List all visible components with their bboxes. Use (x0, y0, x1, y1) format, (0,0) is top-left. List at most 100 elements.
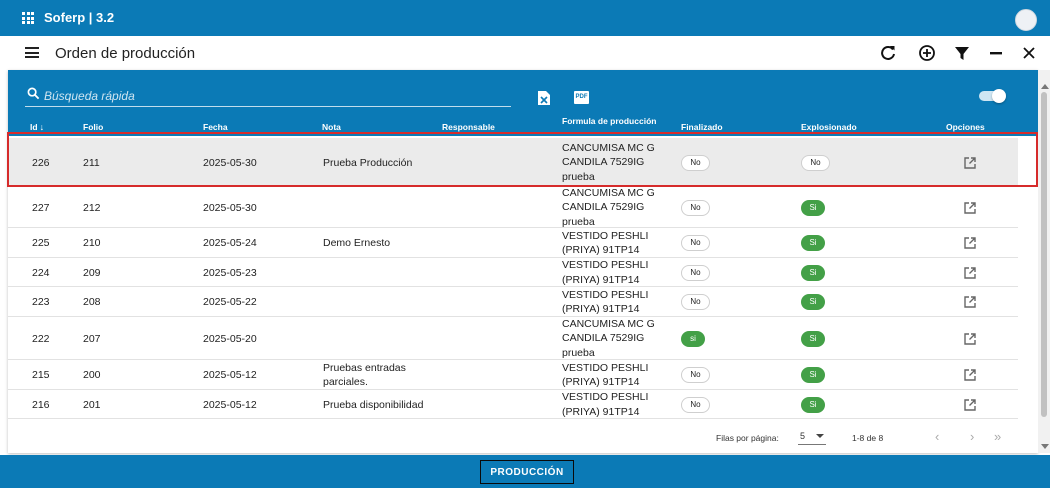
page-range: 1-8 de 8 (852, 433, 884, 443)
open-external-icon[interactable] (963, 295, 977, 309)
rows-per-page-label: Filas por página: (716, 433, 779, 443)
cell-formula: CANCUMISA MC G CANDILA 7529IG prueba (562, 186, 655, 228)
caret-down-icon (816, 434, 824, 438)
explosionado-badge: Si (801, 235, 825, 251)
table-row[interactable]: 222 207 2025-05-20 CANCUMISA MC G CANDILA 7… (8, 317, 1018, 360)
cell-folio: 209 (83, 266, 101, 279)
explosionado-badge: Si (801, 199, 825, 216)
cell-fecha: 2025-05-20 (203, 332, 257, 345)
explosionado-badge: Si (801, 264, 825, 281)
cell-formula: VESTIDO PESHLI (PRIYA) 91TP14 (562, 259, 649, 286)
footer-bar: PRODUCCIÓN (0, 455, 1050, 488)
column-header-fecha[interactable]: Fecha (203, 122, 228, 132)
production-order-table: PDF Id↓ Folio Fecha Nota Responsable For… (8, 70, 1038, 453)
finalizado-badge: si (681, 330, 705, 347)
table-row[interactable]: 224 209 2025-05-23 VESTIDO PESHLI (PRIYA) 9… (8, 258, 1018, 287)
rows-per-page-value: 5 (800, 431, 806, 441)
scroll-up-icon[interactable] (1041, 84, 1049, 89)
cell-id: 215 (32, 369, 50, 381)
column-header-id[interactable]: Id ↓ (30, 122, 44, 132)
cell-id: 224 (32, 266, 50, 279)
rows-per-page-select[interactable]: 5 (798, 429, 826, 445)
column-header-folio[interactable]: Folio (83, 122, 103, 132)
cell-formula: CANCUMISA MC G CANDILA 7529IG prueba (562, 317, 655, 359)
cell-fecha: 2025-05-24 (203, 237, 257, 249)
last-page-icon[interactable]: » (994, 429, 1001, 444)
view-toggle[interactable] (979, 89, 1006, 103)
search-input[interactable] (44, 87, 504, 104)
scroll-down-icon[interactable] (1041, 444, 1049, 449)
previous-page-icon[interactable]: ‹ (935, 429, 939, 444)
next-page-icon[interactable]: › (970, 429, 974, 444)
table-row[interactable]: 216 201 2025-05-12 Prueba disponibilidad VES… (8, 390, 1018, 419)
cell-id: 216 (32, 398, 50, 411)
cell-fecha: 2025-05-12 (203, 369, 257, 381)
cell-formula: VESTIDO PESHLI (PRIYA) 91TP14 (562, 229, 649, 257)
explosionado-badge: Si (801, 396, 825, 413)
page-toolbar: Orden de producción (0, 36, 1050, 70)
column-header-responsable[interactable]: Responsable (442, 122, 495, 132)
table-row[interactable]: 223 208 2025-05-22 VESTIDO PESHLI (PRIYA) 9… (8, 287, 1018, 317)
produccion-button[interactable]: PRODUCCIÓN (480, 460, 574, 484)
add-circle-icon[interactable] (917, 43, 937, 63)
cell-id: 225 (32, 237, 50, 249)
page-title: Orden de producción (55, 45, 196, 62)
table-row[interactable]: 215 200 2025-05-12 Pruebas entradas parcial… (8, 360, 1018, 390)
explosionado-badge: Si (801, 330, 825, 347)
pdf-export-icon[interactable]: PDF (574, 91, 589, 104)
open-external-icon[interactable] (963, 201, 977, 215)
search-icon (27, 87, 40, 100)
app-bar: Soferp | 3.2 (0, 0, 1050, 36)
cell-id: 223 (32, 296, 50, 308)
finalizado-badge: No (681, 199, 710, 216)
cell-folio: 207 (83, 332, 101, 345)
table-row[interactable]: 227 212 2025-05-30 CANCUMISA MC G CANDILA 7… (8, 187, 1018, 228)
cell-folio: 200 (83, 369, 101, 381)
selected-row-highlight (7, 132, 1038, 187)
cell-fecha: 2025-05-30 (203, 201, 257, 214)
open-external-icon[interactable] (963, 368, 977, 382)
scrollbar-thumb[interactable] (1041, 92, 1047, 417)
pagination: Filas por página: 5 1-8 de 8 ‹ › » (8, 423, 1038, 451)
open-external-icon[interactable] (963, 236, 977, 250)
cell-folio: 210 (83, 237, 101, 249)
cell-folio: 208 (83, 296, 101, 308)
cell-nota: Pruebas entradas parciales. (323, 361, 406, 389)
column-header-explosionado[interactable]: Explosionado (801, 122, 857, 132)
close-icon[interactable] (1019, 43, 1039, 63)
cell-nota: Demo Ernesto (323, 237, 391, 249)
refresh-icon[interactable] (878, 43, 898, 63)
filter-icon[interactable] (952, 43, 972, 63)
column-header-opciones: Opciones (946, 122, 985, 132)
cell-id: 227 (32, 201, 50, 214)
open-external-icon[interactable] (963, 332, 977, 346)
finalizado-badge: No (681, 294, 710, 310)
minimize-icon[interactable] (986, 43, 1006, 63)
column-header-nota[interactable]: Nota (322, 122, 341, 132)
cell-fecha: 2025-05-23 (203, 266, 257, 279)
cell-fecha: 2025-05-22 (203, 296, 257, 308)
column-header-formula[interactable]: Formula de producción (562, 116, 656, 126)
finalizado-badge: No (681, 367, 710, 383)
cell-formula: VESTIDO PESHLI (PRIYA) 91TP14 (562, 361, 649, 389)
cell-fecha: 2025-05-12 (203, 398, 257, 411)
sort-down-icon: ↓ (39, 122, 45, 132)
cell-id: 222 (32, 332, 50, 345)
finalizado-badge: No (681, 235, 710, 251)
vertical-scrollbar[interactable] (1038, 70, 1050, 453)
menu-icon[interactable] (25, 47, 39, 58)
open-external-icon[interactable] (963, 398, 977, 412)
finalizado-badge: No (681, 396, 710, 413)
explosionado-badge: Si (801, 367, 825, 383)
table-row[interactable]: 225 210 2025-05-24 Demo Ernesto VESTIDO PESH… (8, 228, 1018, 258)
apps-grid-icon[interactable] (22, 12, 34, 24)
cell-formula: VESTIDO PESHLI (PRIYA) 91TP14 (562, 391, 649, 418)
table-header: PDF Id↓ Folio Fecha Nota Responsable For… (8, 70, 1038, 136)
explosionado-badge: Si (801, 294, 825, 310)
cell-folio: 212 (83, 201, 101, 214)
excel-export-icon[interactable] (537, 90, 551, 106)
cell-formula: VESTIDO PESHLI (PRIYA) 91TP14 (562, 288, 649, 316)
open-external-icon[interactable] (963, 266, 977, 280)
user-avatar[interactable] (1015, 9, 1037, 31)
column-header-finalizado[interactable]: Finalizado (681, 122, 723, 132)
